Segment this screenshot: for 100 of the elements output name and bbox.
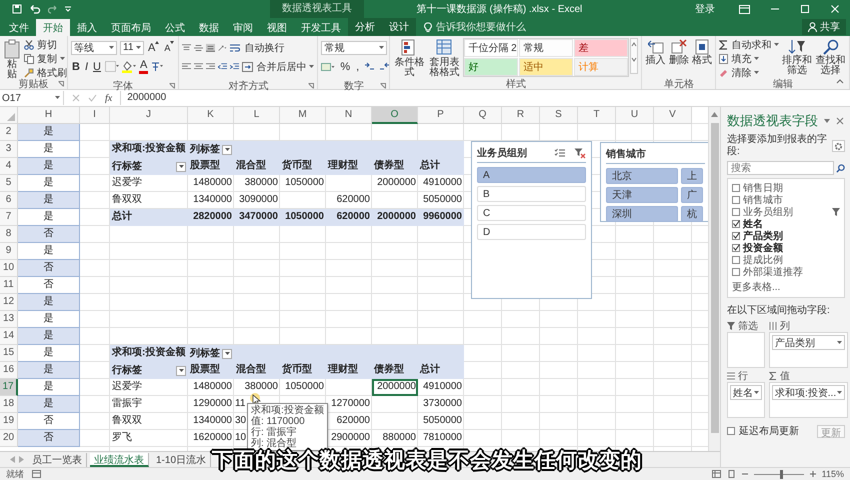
name-box[interactable]: O17 xyxy=(0,91,64,105)
save-icon[interactable] xyxy=(12,4,22,14)
find-select-button[interactable]: 查找和选择 xyxy=(814,38,846,76)
vertical-scrollbar[interactable] xyxy=(708,107,720,452)
insert-cells-button[interactable]: 插入 xyxy=(645,38,666,66)
row-header[interactable]: 2 xyxy=(0,124,18,141)
area-field-chip[interactable]: 姓名 xyxy=(730,385,762,400)
slicer-item[interactable]: B xyxy=(477,186,586,202)
collapse-ribbon-icon[interactable] xyxy=(836,79,844,84)
row-header[interactable]: 17 xyxy=(0,379,18,396)
slicer-item[interactable]: 深圳 xyxy=(606,206,678,222)
row-header[interactable]: 14 xyxy=(0,328,18,345)
merge-center-button[interactable]: 合并后居中 xyxy=(242,60,314,73)
cell-style-option[interactable]: 千位分隔 2 xyxy=(464,39,518,57)
column-header[interactable]: S xyxy=(540,107,578,124)
autosum-button[interactable]: 自动求和 xyxy=(719,38,780,51)
slicer-item[interactable]: 天津 xyxy=(606,187,678,203)
row-header[interactable]: 19 xyxy=(0,413,18,430)
ribbon-tab[interactable]: 视图 xyxy=(260,19,294,36)
align-center-icon[interactable] xyxy=(194,62,204,72)
share-button[interactable]: 共享 xyxy=(802,19,846,35)
field-label[interactable]: 投资金额 xyxy=(743,240,783,254)
settings-button[interactable] xyxy=(832,140,845,152)
column-header[interactable]: P xyxy=(418,107,464,124)
formula-field[interactable]: 2000000 xyxy=(120,91,850,105)
defer-update-checkbox[interactable] xyxy=(727,427,735,435)
slicer-item[interactable]: 上 xyxy=(681,168,703,184)
clear-button[interactable]: 清除 xyxy=(719,66,780,79)
row-header[interactable]: 15 xyxy=(0,345,18,362)
decrease-indent-icon[interactable] xyxy=(218,62,228,72)
macro-record-icon[interactable] xyxy=(32,470,41,478)
text-orientation-icon[interactable] xyxy=(218,42,228,52)
column-header[interactable]: U xyxy=(616,107,654,124)
fill-button[interactable]: 填充 xyxy=(719,52,780,65)
dialog-launcher-icon[interactable] xyxy=(380,83,386,89)
column-header[interactable]: R xyxy=(502,107,540,124)
column-header[interactable]: Q xyxy=(464,107,502,124)
row-header[interactable]: 18 xyxy=(0,396,18,413)
slicer-item[interactable]: D xyxy=(477,224,586,240)
cell-style-option[interactable]: 常规 xyxy=(519,39,574,57)
field-checkbox[interactable] xyxy=(732,196,740,204)
check-icon[interactable] xyxy=(88,94,97,102)
ribbon-display-icon[interactable] xyxy=(739,4,750,14)
field-checkbox[interactable] xyxy=(732,244,740,252)
search-field[interactable]: 搜索 xyxy=(727,161,834,175)
column-header[interactable]: O xyxy=(372,107,418,124)
ribbon-tab[interactable]: 插入 xyxy=(70,19,104,36)
ribbon-tab[interactable]: 公式 xyxy=(158,19,192,36)
undo-icon[interactable] xyxy=(29,4,41,14)
font-size-field[interactable]: 11 xyxy=(120,40,144,54)
column-header[interactable]: H xyxy=(18,107,80,124)
ribbon-tab[interactable]: 分析 xyxy=(348,18,382,36)
row-header[interactable]: 20 xyxy=(0,430,18,447)
clear-filter-icon[interactable] xyxy=(574,148,586,158)
gallery-scroll-icon[interactable] xyxy=(630,38,638,74)
wrap-text-button[interactable]: 自动换行 xyxy=(230,41,284,54)
font-name-field[interactable]: 等线 xyxy=(71,40,117,54)
maximize-icon[interactable] xyxy=(800,4,810,14)
column-header[interactable]: M xyxy=(280,107,326,124)
ribbon-tab[interactable]: 数据 xyxy=(192,19,226,36)
align-middle-icon[interactable] xyxy=(194,42,204,52)
zoom-in-icon[interactable] xyxy=(810,471,816,477)
italic-button[interactable]: I xyxy=(84,60,90,74)
increase-indent-icon[interactable] xyxy=(230,62,240,72)
delete-cells-button[interactable]: 删除 xyxy=(668,38,690,66)
column-header[interactable]: K xyxy=(188,107,234,124)
format-as-table-button[interactable]: 套用表格格式 xyxy=(428,38,460,78)
multi-select-icon[interactable] xyxy=(554,148,566,158)
row-header[interactable]: 4 xyxy=(0,158,18,175)
number-format-field[interactable]: 常规 xyxy=(321,40,388,54)
underline-button[interactable]: U xyxy=(92,60,102,74)
field-label[interactable]: 销售日期 xyxy=(743,180,783,194)
area-field-chip[interactable]: 产品类别 xyxy=(772,335,846,350)
field-label[interactable]: 销售城市 xyxy=(743,192,783,206)
align-left-icon[interactable] xyxy=(182,62,192,72)
borders-icon[interactable] xyxy=(104,61,119,72)
filter-dropdown-button[interactable] xyxy=(222,348,232,358)
align-right-icon[interactable] xyxy=(206,62,216,72)
bold-button[interactable]: B xyxy=(71,60,81,74)
cell-style-option[interactable]: 适中 xyxy=(519,58,574,76)
zoom-out-icon[interactable] xyxy=(742,471,748,477)
slicer-item[interactable]: 广 xyxy=(681,187,703,203)
row-header[interactable]: 8 xyxy=(0,226,18,243)
page-layout-icon[interactable] xyxy=(726,470,736,478)
row-header[interactable]: 7 xyxy=(0,209,18,226)
ribbon-tab[interactable]: 文件 xyxy=(2,19,36,36)
row-header[interactable]: 5 xyxy=(0,175,18,192)
slicer-item[interactable]: 北京 xyxy=(606,168,678,184)
slicer-item[interactable]: C xyxy=(477,205,586,221)
ribbon-tab[interactable]: 页面布局 xyxy=(104,19,158,36)
field-label[interactable]: 姓名 xyxy=(743,216,763,230)
customize-toolbar-icon[interactable] xyxy=(65,4,71,14)
column-header[interactable]: J xyxy=(110,107,188,124)
dialog-launcher-icon[interactable] xyxy=(58,81,64,87)
ribbon-tab[interactable]: 审阅 xyxy=(226,19,260,36)
field-label[interactable]: 提成比例 xyxy=(743,252,783,266)
row-header[interactable]: 9 xyxy=(0,243,18,260)
sign-in-link[interactable]: 登录 xyxy=(695,2,715,16)
comma-style-button[interactable]: , xyxy=(355,60,360,74)
field-checkbox[interactable] xyxy=(732,268,740,276)
